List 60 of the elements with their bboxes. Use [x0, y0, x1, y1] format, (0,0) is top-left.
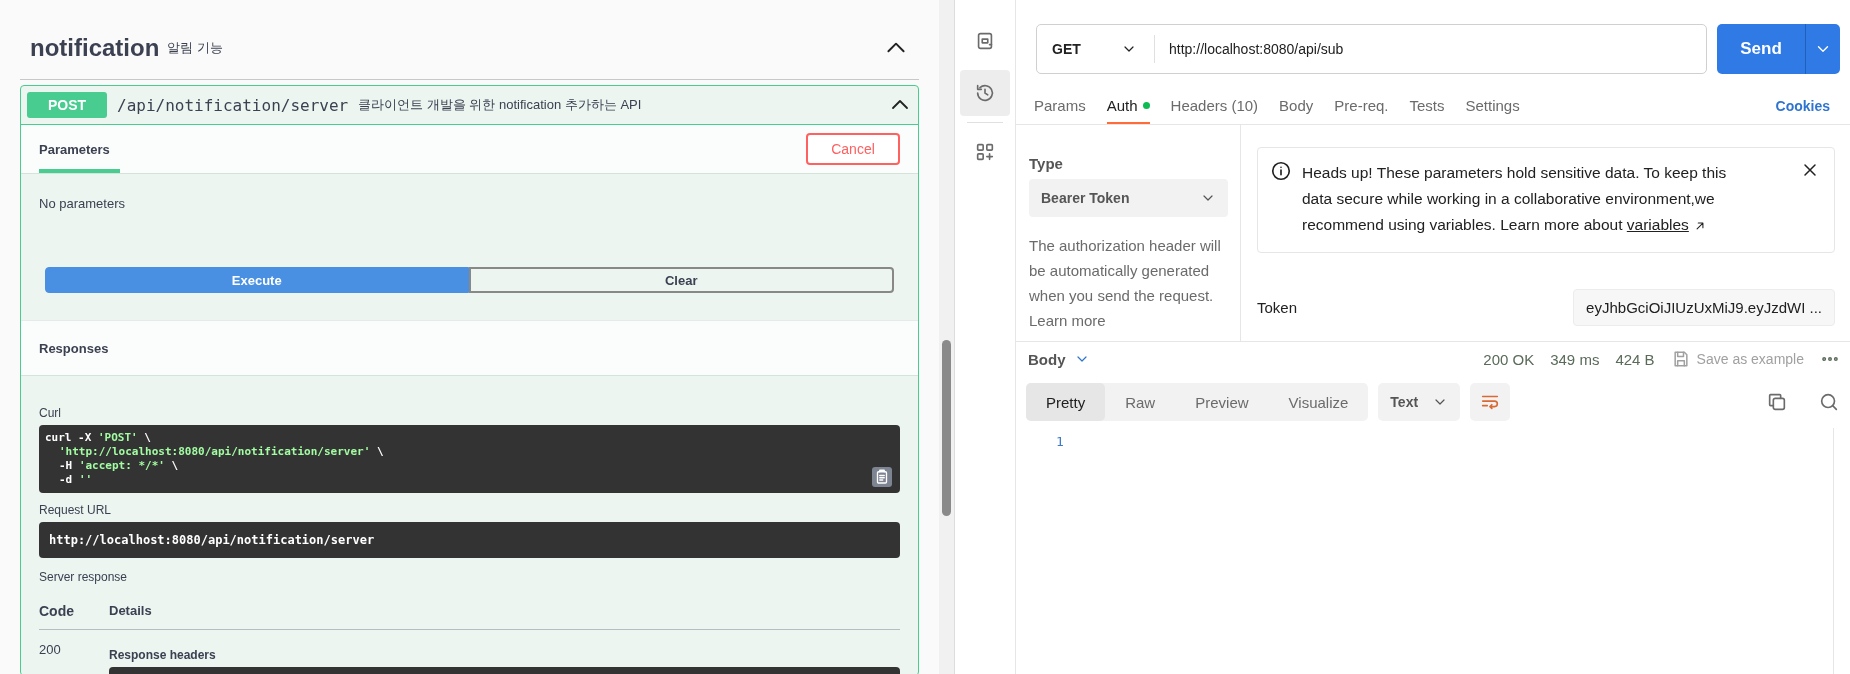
request-tab[interactable]: Auth — [1106, 88, 1150, 124]
url-input[interactable]: http://localhost:8080/api/sub — [1155, 41, 1344, 57]
line-number: 1 — [1055, 434, 1064, 449]
request-tab[interactable]: Headers (10) — [1170, 88, 1259, 124]
response-time: 349 ms — [1550, 350, 1600, 368]
apps-add-icon — [974, 141, 996, 163]
view-tab[interactable]: Pretty — [1026, 383, 1106, 421]
auth-type-select[interactable]: Bearer Token — [1029, 179, 1228, 217]
curl-command: curl -X 'POST' \ 'http://localhost:8080/api/notification/server' \ -H 'accept: */*' \ -d '' — [45, 431, 385, 487]
server-response-label: Server response — [39, 570, 129, 584]
no-parameters-text: No parameters — [39, 196, 126, 211]
response-code: 200 — [39, 641, 62, 659]
response-size: 424 B — [1615, 350, 1655, 368]
copy-icon[interactable] — [1766, 391, 1788, 413]
copy-icon[interactable] — [872, 467, 892, 487]
type-label: Type — [1029, 155, 1064, 172]
column-header: Code — [39, 589, 109, 630]
url-bar[interactable]: GET http://localhost:8080/api/sub — [1036, 24, 1707, 74]
method-badge: POST — [27, 92, 107, 118]
scrollbar-thumb[interactable] — [942, 340, 951, 516]
section-title: notification — [30, 33, 160, 62]
auth-description: The authorization header will be automatically generated when you send the request. Learn more — [1029, 236, 1222, 331]
endpoint-path: /api/notification/server — [117, 95, 349, 115]
sidebar-button[interactable] — [960, 70, 1010, 116]
section-description: 알림 기능 — [167, 38, 223, 57]
request-url: http://localhost:8080/api/notification/server — [39, 522, 900, 558]
view-tab[interactable]: Raw — [1105, 383, 1176, 421]
execute-button[interactable]: Execute — [45, 267, 469, 293]
responses-heading: Responses — [21, 320, 918, 376]
view-tab[interactable]: Visualize — [1268, 383, 1369, 421]
token-label: Token — [1257, 299, 1298, 316]
token-field[interactable]: eyJhbGciOiJIUzUxMiJ9.eyJzdWI ... — [1573, 289, 1835, 326]
method-select[interactable]: GET — [1037, 35, 1155, 63]
request-tab[interactable]: Pre-req. — [1334, 88, 1389, 124]
format-select[interactable]: Text — [1378, 383, 1461, 421]
scrollbar[interactable] — [939, 0, 954, 674]
status-code: 200 OK — [1483, 350, 1535, 368]
cancel-button[interactable]: Cancel — [806, 133, 900, 165]
method-label: GET — [1052, 41, 1081, 57]
auth-type-value: Bearer Token — [1041, 190, 1130, 206]
response-headers-label: Response headers — [109, 647, 217, 662]
info-icon — [1270, 160, 1292, 182]
notice-text: Heads up! These parameters hold sensitive data. To keep this data secure while working in a collaborative environment,we recommend using variables. Learn more about variables — [1302, 163, 1728, 235]
history-icon — [974, 82, 996, 104]
body-dropdown[interactable]: Body — [1028, 350, 1090, 368]
clear-button[interactable]: Clear — [468, 267, 894, 293]
search-icon[interactable] — [1818, 391, 1840, 413]
request-tab[interactable]: Tests — [1409, 88, 1445, 124]
request-tab[interactable]: Body — [1279, 88, 1314, 124]
column-header: Details — [109, 589, 900, 630]
parameters-tab[interactable]: Parameters — [39, 125, 120, 173]
cookies-link[interactable]: Cookies — [1775, 88, 1830, 124]
request-url-label: Request URL — [39, 503, 113, 517]
endpoint-summary: 클라이언트 개발을 위한 notification 추가하는 API — [358, 96, 642, 114]
request-tab[interactable]: Params — [1034, 88, 1086, 124]
view-tab[interactable]: Preview — [1175, 383, 1269, 421]
curl-label: Curl — [39, 406, 62, 420]
wrap-lines-button[interactable] — [1470, 383, 1511, 421]
variables-link[interactable]: variables — [1626, 216, 1689, 233]
request-tab[interactable]: Settings — [1465, 88, 1520, 124]
